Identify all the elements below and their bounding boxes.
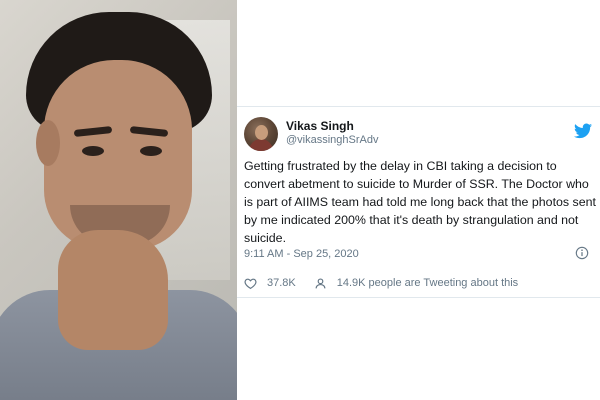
tweet-timestamp[interactable]: 9:11 AM - Sep 25, 2020 [244,248,359,260]
author-handle[interactable]: @vikassinghSrAdv [286,133,378,147]
tweet-meta: 9:11 AM - Sep 25, 2020 [244,246,589,261]
portrait-photo [0,0,237,400]
tweet-text: Getting frustrated by the delay in CBI t… [244,159,596,245]
right-eye [140,146,162,156]
ear [36,120,60,166]
author-block[interactable]: Vikas Singh @vikassinghSrAdv [286,119,378,147]
twitter-bird-icon[interactable] [574,123,592,139]
hand-on-chin [58,230,168,350]
like-count[interactable]: 37.8K [267,277,296,289]
avatar[interactable] [244,117,278,151]
left-eye [82,146,104,156]
info-icon[interactable] [575,246,589,260]
tweet-header: Vikas Singh @vikassinghSrAdv [244,117,600,153]
heart-icon[interactable] [244,277,257,290]
author-display-name[interactable]: Vikas Singh [286,119,378,133]
person-icon[interactable] [314,277,327,290]
tweeting-about-link[interactable]: 14.9K people are Tweeting about this [337,277,518,289]
tweet-actions: 37.8K 14.9K people are Tweeting about th… [244,275,518,291]
tweet-card[interactable]: Vikas Singh @vikassinghSrAdv Getting fru… [237,106,600,298]
